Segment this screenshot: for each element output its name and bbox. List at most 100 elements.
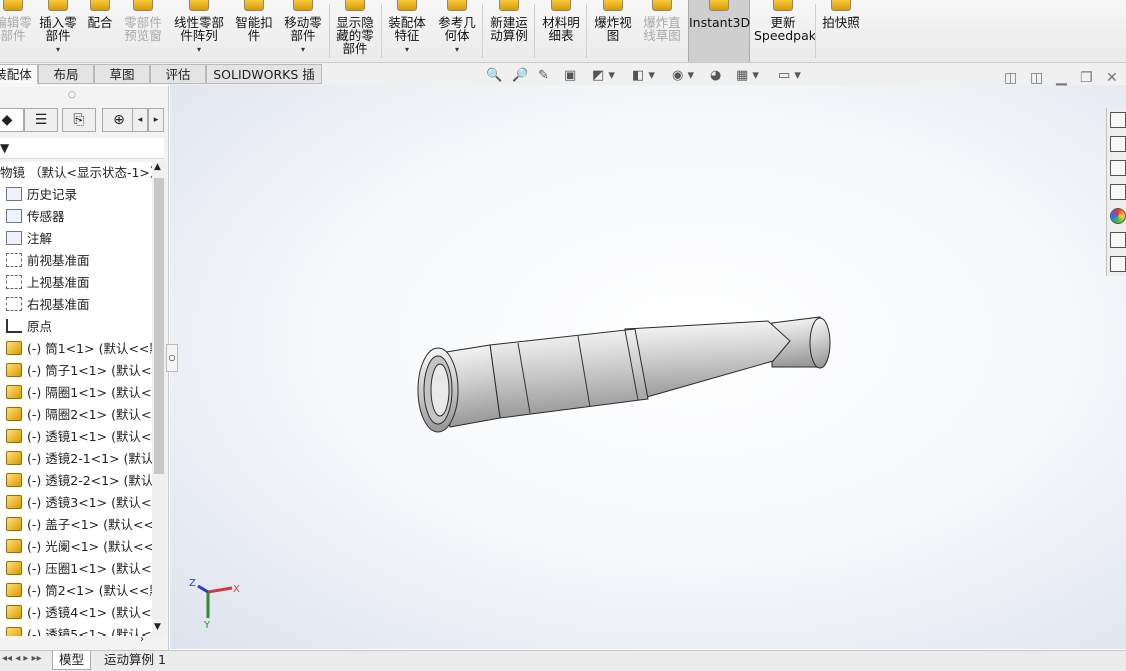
feature-manager-tab-icon[interactable]: ◆ (0, 108, 24, 132)
tree-item-part[interactable]: (-) 光阑<1> (默认<<默 (6, 536, 152, 558)
zoom-to-fit-icon[interactable]: 🔍 (486, 68, 502, 88)
chevron-down-icon[interactable]: ▾ (170, 43, 228, 56)
tree-item-part[interactable]: (-) 透镜2-1<1> (默认< (6, 448, 152, 470)
linear-pattern-button[interactable]: 线性零部 件阵列 ▾ (170, 0, 228, 62)
file-explorer-icon[interactable] (1110, 160, 1126, 176)
hide-show-items-icon[interactable]: ◉ ▾ (672, 68, 694, 88)
section-view-icon[interactable]: ▣ (564, 68, 576, 88)
model-body (417, 316, 831, 433)
component-preview-button[interactable]: 零部件 预览窗 (120, 0, 166, 62)
apply-scene-icon[interactable]: ▦ ▾ (736, 68, 759, 88)
update-speedpak-button[interactable]: 更新 Speedpak (754, 0, 816, 62)
tree-item-label: (-) 光阑<1> (默认<<默 (27, 539, 152, 554)
origin-icon (6, 319, 22, 333)
tree-item-part[interactable]: (-) 隔圈1<1> (默认<< (6, 382, 152, 404)
tree-item-origin[interactable]: 原点 (6, 316, 52, 338)
instant3d-icon (709, 0, 729, 11)
tile-left-icon[interactable]: ◫ (1004, 70, 1017, 86)
scroll-up-icon[interactable]: ▲ (154, 162, 161, 172)
chevron-down-icon[interactable]: ▾ (434, 43, 480, 56)
tree-item-part[interactable]: (-) 压圈1<1> (默认<< (6, 558, 152, 580)
tab-layout[interactable]: 布局 (38, 64, 94, 84)
graphics-viewport[interactable] (170, 85, 1126, 649)
take-snapshot-button[interactable]: 拍快照 (818, 0, 864, 62)
show-hidden-components-button[interactable]: 显示隐 藏的零 部件 (332, 0, 378, 62)
tree-item-part[interactable]: (-) 筒子1<1> (默认<< (6, 360, 152, 382)
filter-icon[interactable]: ▼ (0, 141, 9, 155)
new-motion-study-button[interactable]: 新建运 动算例 (486, 0, 532, 62)
tree-item-sensors[interactable]: 传感器 (6, 206, 65, 228)
tree-filter[interactable]: ▼ (0, 138, 164, 159)
tab-solidworks-addins[interactable]: SOLIDWORKS 插件 (206, 64, 322, 102)
tab-assembly[interactable]: 装配体 (0, 64, 38, 84)
assembly-features-button[interactable]: 装配体 特征 ▾ (384, 0, 430, 62)
tree-item-right-plane[interactable]: 右视基准面 (6, 294, 90, 316)
view-orientation-icon[interactable]: ◩ ▾ (592, 68, 615, 88)
tree-vertical-scrollbar[interactable]: ▲ ▼ (152, 162, 166, 636)
panel-grip-icon[interactable]: ○ (68, 90, 76, 100)
tab-sketch[interactable]: 草图 (94, 64, 150, 84)
dimxpert-tab-icon[interactable]: ⊕ (102, 108, 136, 132)
view-palette-icon[interactable] (1110, 184, 1126, 200)
tree-item-part[interactable]: (-) 盖子<1> (默认<<默 (6, 514, 152, 536)
display-style-icon[interactable]: ◧ ▾ (632, 68, 655, 88)
minimize-icon[interactable]: ▁ (1056, 70, 1067, 86)
smart-fasteners-button[interactable]: 智能扣 件 (232, 0, 276, 62)
scroll-right-icon[interactable]: › (140, 634, 144, 645)
scrollbar-thumb[interactable] (154, 178, 164, 474)
chevron-down-icon[interactable]: ▾ (36, 43, 80, 56)
tree-item-part[interactable]: (-) 透镜5<1> (默认< (6, 624, 151, 636)
tree-item-top-plane[interactable]: 上视基准面 (6, 272, 90, 294)
design-library-icon[interactable] (1110, 136, 1126, 152)
instant3d-button[interactable]: Instant3D (688, 0, 750, 62)
ribbon-separator (815, 4, 816, 58)
explode-line-sketch-button[interactable]: 爆炸直 线草图 (638, 0, 686, 62)
appearances-icon[interactable] (1110, 208, 1126, 224)
tab-evaluate[interactable]: 评估 (150, 64, 206, 84)
tree-item-part[interactable]: (-) 筒2<1> (默认<<默 (6, 580, 152, 602)
chevron-down-icon[interactable]: ▾ (384, 43, 430, 56)
previous-view-icon[interactable]: ✎ (538, 68, 549, 88)
forum-icon[interactable] (1110, 256, 1126, 272)
tree-item-history[interactable]: 历史记录 (6, 184, 77, 206)
tab-motion-study-1[interactable]: 运动算例 1 (98, 651, 172, 669)
y-axis-label: Y (203, 620, 211, 630)
tree-item-front-plane[interactable]: 前视基准面 (6, 250, 90, 272)
tree-root-assembly[interactable]: 物镜 （默认<显示状态-1>） (0, 162, 152, 184)
bill-of-materials-button[interactable]: 材料明 细表 (538, 0, 584, 62)
insert-component-button[interactable]: 插入零 部件 ▾ (36, 0, 80, 62)
scroll-down-icon[interactable]: ▼ (154, 622, 161, 632)
move-component-button[interactable]: 移动零 部件 ▾ (280, 0, 326, 62)
tree-item-part[interactable]: (-) 筒1<1> (默认<<默 (6, 338, 152, 360)
exploded-view-button[interactable]: 爆炸视 图 (590, 0, 636, 62)
edit-component-button[interactable]: 编辑零 部件 (0, 0, 32, 62)
tab-model[interactable]: 模型 (52, 651, 92, 670)
tree-item-part[interactable]: (-) 透镜4<1> (默认<< (6, 602, 152, 624)
custom-properties-icon[interactable] (1110, 232, 1126, 248)
restore-icon[interactable]: ❐ (1080, 70, 1093, 86)
view-settings-icon[interactable]: ▭ ▾ (778, 68, 801, 88)
close-icon[interactable]: ✕ (1106, 70, 1118, 86)
property-manager-tab-icon[interactable]: ☰ (24, 108, 58, 132)
tile-right-icon[interactable]: ◫ (1030, 70, 1043, 86)
tree-item-part[interactable]: (-) 透镜3<1> (默认<< (6, 492, 152, 514)
tree-item-part[interactable]: (-) 隔圈2<1> (默认<< (6, 404, 152, 426)
chevron-down-icon[interactable]: ▾ (280, 43, 326, 56)
tab-scroll-right-icon[interactable]: ▸ (148, 108, 164, 132)
tab-scroll-left-icon[interactable]: ◂ (132, 108, 148, 132)
zoom-to-area-icon[interactable]: 🔎 (512, 68, 528, 88)
part-icon (6, 539, 22, 553)
home-icon[interactable] (1110, 112, 1126, 128)
tree-item-annotations[interactable]: 注解 (6, 228, 52, 250)
tree-item-part[interactable]: (-) 透镜1<1> (默认<< (6, 426, 152, 448)
smart-fastener-icon (244, 0, 264, 11)
tab-nav-arrows-icon[interactable]: ◂◂ ◂ ▸ ▸▸ (2, 653, 42, 664)
panel-collapse-handle[interactable]: ○ (166, 344, 178, 372)
tree-item-part[interactable]: (-) 透镜2-2<1> (默认< (6, 470, 152, 492)
move-component-icon (293, 0, 313, 11)
edit-appearance-icon[interactable]: ◕ (710, 68, 721, 88)
reference-geometry-button[interactable]: 参考几 何体 ▾ (434, 0, 480, 62)
configuration-manager-tab-icon[interactable]: ⎘ (62, 108, 96, 132)
mate-button[interactable]: 配合 (84, 0, 116, 62)
3d-model-objective-lens[interactable] (170, 85, 1126, 649)
